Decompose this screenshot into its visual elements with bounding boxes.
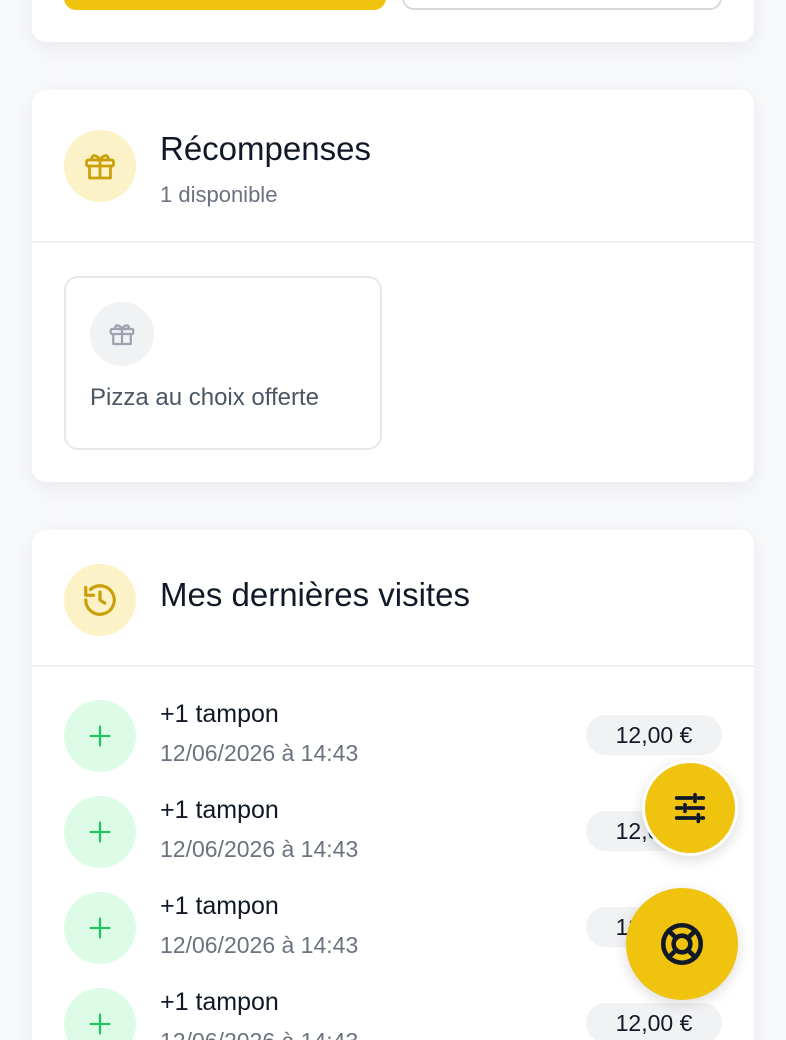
plus-icon	[64, 796, 136, 868]
secondary-action-button[interactable]	[402, 0, 722, 10]
rewards-header: Récompenses 1 disponible	[32, 90, 754, 243]
visit-date: 12/06/2026 à 14:43	[160, 740, 359, 766]
reward-label: Pizza au choix offerte	[90, 384, 320, 411]
visit-row[interactable]: +1 tampon 12/06/2026 à 14:43 12,00 €	[32, 700, 754, 796]
visits-title: Mes dernières visites	[160, 576, 470, 613]
actions-card	[32, 0, 754, 42]
visit-date: 12/06/2026 à 14:43	[160, 1028, 358, 1040]
gift-icon	[90, 302, 154, 366]
reward-tile[interactable]: Pizza au choix offerte	[64, 276, 382, 450]
visit-title: +1 tampon	[160, 892, 279, 920]
visit-title: +1 tampon	[160, 796, 279, 824]
visit-amount-badge: 12,00 €	[586, 715, 722, 755]
plus-icon	[64, 892, 136, 964]
visit-title: +1 tampon	[160, 700, 279, 728]
visit-row[interactable]: +1 tampon 12/06/2026 à 14:43 12,00 €	[32, 988, 754, 1040]
rewards-card: Récompenses 1 disponible Pizza au choix …	[32, 90, 754, 482]
lifebuoy-icon	[660, 922, 704, 966]
rewards-title: Récompenses	[160, 130, 371, 167]
plus-icon	[64, 988, 136, 1040]
visit-title: +1 tampon	[160, 988, 279, 1016]
gift-icon	[64, 130, 136, 202]
help-button[interactable]	[626, 888, 738, 1000]
visit-date: 12/06/2026 à 14:43	[160, 836, 359, 862]
plus-icon	[64, 700, 136, 772]
rewards-count: 1 disponible	[160, 182, 278, 207]
filters-button[interactable]	[642, 760, 738, 856]
primary-action-button[interactable]	[64, 0, 386, 10]
sliders-icon	[674, 792, 706, 824]
history-icon	[64, 564, 136, 636]
visit-date: 12/06/2026 à 14:43	[160, 932, 359, 958]
visit-amount-badge: 12,00 €	[586, 1003, 722, 1040]
visits-header: Mes dernières visites	[32, 530, 754, 667]
